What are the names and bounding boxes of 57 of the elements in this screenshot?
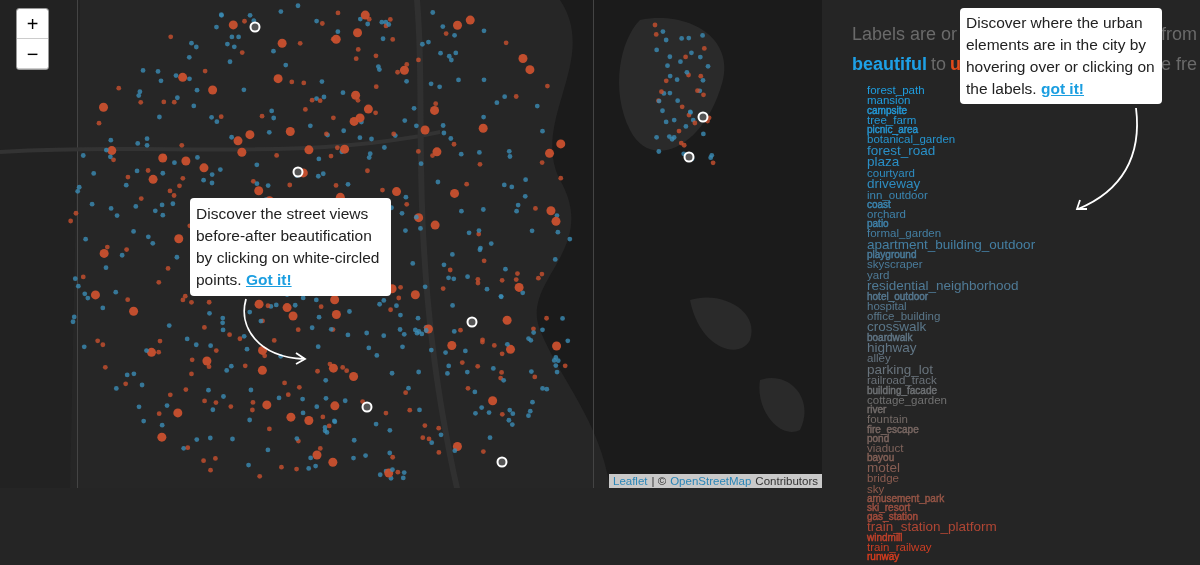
label-item[interactable]: picnic_area [867,125,919,135]
label-item[interactable]: mansion [867,95,911,106]
label-item[interactable]: windmill [867,532,903,542]
label-item[interactable]: hotel_outdoor [867,291,929,301]
intro-text: to [931,53,946,76]
beautiful-word: beautiful [852,53,927,76]
label-item[interactable]: gas_station [867,512,919,522]
got-it-link[interactable]: Got it! [246,271,292,288]
label-item[interactable]: highway [867,341,917,354]
zoom-in-button[interactable]: + [17,9,48,39]
label-item[interactable]: residential_neighborhood [867,280,1019,292]
label-item[interactable]: boardwalk [867,332,913,342]
label-item[interactable]: skyscraper [867,259,923,270]
intro-text: from [1161,23,1197,46]
label-item[interactable]: hospital [867,300,907,311]
label-item[interactable]: ski_resort [867,503,911,513]
label-item[interactable]: building_facade [867,385,938,395]
label-item[interactable]: botanical_garden [867,134,956,145]
label-item[interactable]: fire_escape [867,424,919,434]
label-item[interactable]: sky [867,483,885,495]
label-item[interactable]: train_station_platform [867,521,997,533]
label-item[interactable]: alley [867,353,891,364]
label-item[interactable]: patio [867,219,889,229]
ugly-word: u [950,53,961,76]
leaflet-link[interactable]: Leaflet [613,475,648,487]
label-item[interactable]: playground [867,250,917,260]
attribution-separator: | © [651,475,667,487]
openstreetmap-link[interactable]: OpenStreetMap [670,475,752,487]
got-it-link[interactable]: got it! [1040,80,1084,97]
label-item[interactable]: campsite [867,105,907,115]
label-item[interactable]: yard [867,269,890,281]
label-item[interactable]: orchard [867,208,906,220]
label-item[interactable]: bayou [867,452,895,462]
label-item[interactable]: coast [867,199,891,209]
intro-text: e fre [1160,53,1197,76]
label-item[interactable]: forest_path [867,85,925,96]
label-item[interactable]: fountain [867,414,908,425]
attribution-text: Contributors [755,475,818,487]
label-item[interactable]: train_railway [867,541,932,553]
label-item[interactable]: river [867,405,887,415]
label-item[interactable]: crosswalk [867,321,927,333]
label-item[interactable]: plaza [867,156,900,168]
label-item[interactable]: parking_lot [867,363,934,376]
label-item[interactable]: amusement_park [867,494,945,504]
label-item[interactable]: railroad_track [867,375,937,386]
label-item[interactable]: formal_garden [867,228,942,239]
label-item[interactable]: office_building [867,310,941,322]
tooltip-text: Discover the street views before-after beautification by clicking on white-circled points. Got it! [196,204,381,290]
intro-text: Labels are or [852,23,958,46]
label-item[interactable]: driveway [867,178,921,190]
label-item[interactable]: apartment_building_outdoor [867,238,1036,251]
tooltip-text: Discover where the urban elements are in the city by hovering over or clicking on the labels. got it! [966,13,1156,99]
label-item[interactable]: courtyard [867,167,915,179]
label-item[interactable]: pond [867,433,890,443]
label-item[interactable]: forest_road [867,144,936,157]
zoom-out-button[interactable]: − [17,39,48,69]
label-item[interactable]: bridge [867,473,899,484]
